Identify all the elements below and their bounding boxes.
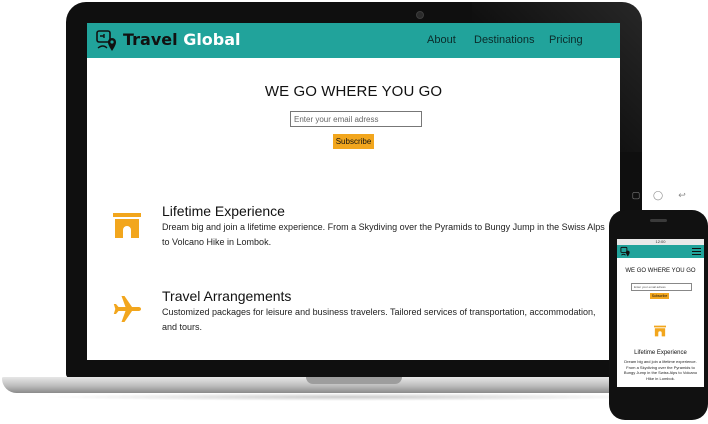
nav-link-about[interactable]: About <box>427 34 456 46</box>
arch-icon <box>113 213 141 238</box>
feature-text-lifetime: Dream big and join a lifetime experience… <box>162 222 605 247</box>
phone-recent-apps-button[interactable]: ▢ <box>630 190 642 201</box>
nav-link-destinations[interactable]: Destinations <box>474 34 535 46</box>
laptop-camera <box>416 11 424 19</box>
phone-navbar <box>617 245 704 258</box>
logo-map-pin-icon[interactable] <box>95 28 119 52</box>
phone-feature-title: Lifetime Experience <box>634 350 687 356</box>
laptop-shadow <box>40 393 660 401</box>
nav-link-pricing[interactable]: Pricing <box>549 34 583 46</box>
phone-subscribe-button[interactable]: Subscribe <box>650 293 669 299</box>
brand-name-part1: Travel <box>123 30 178 49</box>
phone-screen: 12:00 WE GO WHERE YOU GO Enter your emai… <box>617 239 704 387</box>
brand-logo[interactable]: Travel Global <box>123 30 241 49</box>
feature-title-lifetime: Lifetime Experience <box>162 203 285 219</box>
phone-speaker <box>650 219 667 222</box>
brand-name-part2: Global <box>183 30 241 49</box>
phone-hero-title: WE GO WHERE YOU GO <box>625 268 696 274</box>
feature-title-arrangements: Travel Arrangements <box>162 288 292 304</box>
phone-feature-text: Dream big and join a lifetime experience… <box>623 359 698 381</box>
phone-logo-map-pin-icon[interactable] <box>620 246 631 257</box>
phone-email-input[interactable]: Enter your email adress <box>631 283 692 291</box>
hero-title: WE GO WHERE YOU GO <box>264 83 443 100</box>
phone-back-button[interactable]: ↩ <box>676 190 688 201</box>
navbar: Travel Global About Destinations Pricing <box>87 23 620 58</box>
phone-home-button[interactable]: ◯ <box>652 190 664 201</box>
laptop-screen: Travel Global About Destinations Pricing… <box>87 23 620 360</box>
laptop-base-notch <box>306 377 402 384</box>
phone-status-time: 12:00 <box>655 239 666 244</box>
hamburger-menu-icon[interactable] <box>692 248 701 255</box>
phone-arch-icon <box>654 325 666 337</box>
subscribe-button[interactable]: Subscribe <box>333 134 374 149</box>
airplane-icon <box>113 296 141 322</box>
feature-text-arrangements: Customized packages for leisure and busi… <box>162 307 596 332</box>
email-input[interactable] <box>290 111 422 127</box>
